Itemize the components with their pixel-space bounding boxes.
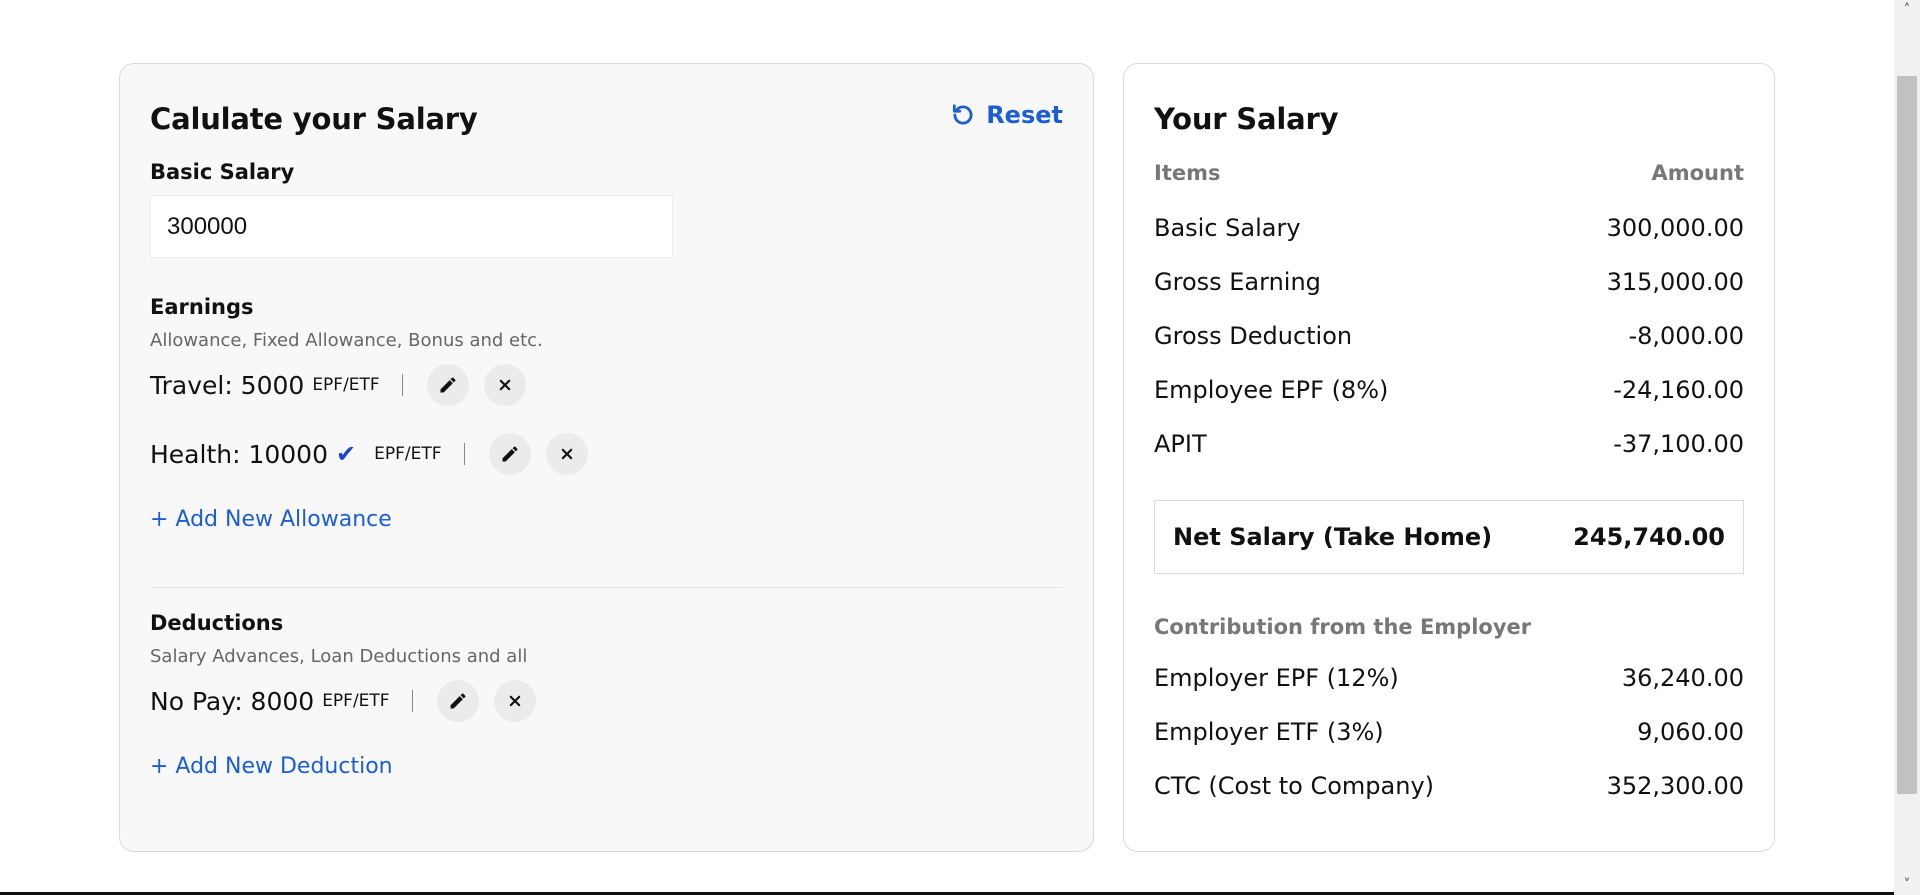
row-amount: 300,000.00 <box>1606 214 1744 242</box>
summary-title: Your Salary <box>1154 102 1339 136</box>
net-salary-box: Net Salary (Take Home) 245,740.00 <box>1154 500 1744 574</box>
net-salary-amount: 245,740.00 <box>1573 523 1725 551</box>
add-deduction-link[interactable]: + Add New Deduction <box>150 754 393 779</box>
row-amount: 9,060.00 <box>1637 718 1744 746</box>
scrollbar-thumb[interactable] <box>1897 76 1917 794</box>
remove-button[interactable] <box>483 364 526 406</box>
separator <box>411 690 413 712</box>
earning-item-name: Travel: 5000 <box>150 370 305 400</box>
earning-item: Travel: 5000 EPF/ETF <box>150 364 541 406</box>
row-label: Basic Salary <box>1154 214 1301 242</box>
page: Calulate your Salary Reset Basic Salary … <box>0 0 1894 895</box>
summary-row: Gross Deduction -8,000.00 <box>1154 322 1744 350</box>
reset-button[interactable]: Reset <box>950 101 1063 129</box>
deduction-item: No Pay: 8000 EPF/ETF <box>150 680 551 722</box>
basic-salary-input[interactable] <box>150 195 673 258</box>
earnings-description: Allowance, Fixed Allowance, Bonus and et… <box>150 330 543 351</box>
items-column-header: Items <box>1154 161 1221 185</box>
add-allowance-link[interactable]: + Add New Allowance <box>150 507 392 532</box>
row-label: CTC (Cost to Company) <box>1154 772 1435 800</box>
close-icon <box>509 695 520 707</box>
row-amount: 352,300.00 <box>1606 772 1744 800</box>
scroll-down-icon[interactable]: ˅ <box>1894 875 1920 895</box>
reset-label: Reset <box>986 101 1063 129</box>
row-label: Employer EPF (12%) <box>1154 664 1399 692</box>
employer-contribution-title: Contribution from the Employer <box>1154 615 1532 639</box>
remove-button[interactable] <box>545 433 588 475</box>
close-icon <box>499 379 510 391</box>
contribution-row: CTC (Cost to Company) 352,300.00 <box>1154 772 1744 800</box>
edit-button[interactable] <box>426 364 469 406</box>
epf-etf-tag: EPF/ETF <box>312 375 380 395</box>
deduction-item-name: No Pay: 8000 <box>150 686 315 716</box>
row-label: Gross Earning <box>1154 268 1321 296</box>
summary-row: Employee EPF (8%) -24,160.00 <box>1154 376 1744 404</box>
salary-summary-card: Your Salary Items Amount Basic Salary 30… <box>1123 63 1775 852</box>
deductions-label: Deductions <box>150 611 284 635</box>
earning-item: Health: 10000 ✔ EPF/ETF <box>150 433 603 475</box>
close-icon <box>561 448 572 460</box>
row-amount: -24,160.00 <box>1613 376 1744 404</box>
separator <box>401 374 403 396</box>
remove-button[interactable] <box>493 680 536 722</box>
edit-button[interactable] <box>488 433 531 475</box>
row-amount: -37,100.00 <box>1613 430 1744 458</box>
earning-item-name: Health: 10000 <box>150 439 328 469</box>
scroll-up-icon[interactable]: ˄ <box>1894 0 1920 20</box>
row-label: Employer ETF (3%) <box>1154 718 1384 746</box>
summary-row: Basic Salary 300,000.00 <box>1154 214 1744 242</box>
earnings-label: Earnings <box>150 295 254 319</box>
section-divider <box>150 587 1063 588</box>
basic-salary-label: Basic Salary <box>150 160 295 184</box>
pencil-icon <box>450 693 466 709</box>
epf-etf-tag: EPF/ETF <box>374 444 442 464</box>
epf-etf-tag: EPF/ETF <box>322 691 390 711</box>
calculator-title: Calulate your Salary <box>150 102 478 136</box>
amount-column-header: Amount <box>1651 161 1744 185</box>
reset-icon <box>953 104 973 125</box>
contribution-row: Employer ETF (3%) 9,060.00 <box>1154 718 1744 746</box>
contribution-row: Employer EPF (12%) 36,240.00 <box>1154 664 1744 692</box>
vertical-scrollbar[interactable]: ˄ ˅ <box>1894 0 1920 895</box>
table-header: Items Amount <box>1154 161 1744 185</box>
row-amount: 315,000.00 <box>1606 268 1744 296</box>
separator <box>463 443 465 465</box>
summary-row: APIT -37,100.00 <box>1154 430 1744 458</box>
pencil-icon <box>502 446 518 462</box>
pencil-icon <box>440 377 456 393</box>
row-amount: -8,000.00 <box>1628 322 1744 350</box>
salary-calculator-card: Calulate your Salary Reset Basic Salary … <box>119 63 1094 852</box>
check-icon: ✔ <box>336 440 357 468</box>
edit-button[interactable] <box>436 680 479 722</box>
row-amount: 36,240.00 <box>1621 664 1744 692</box>
deductions-description: Salary Advances, Loan Deductions and all <box>150 646 528 667</box>
summary-row: Gross Earning 315,000.00 <box>1154 268 1744 296</box>
row-label: APIT <box>1154 430 1207 458</box>
row-label: Gross Deduction <box>1154 322 1353 350</box>
row-label: Employee EPF (8%) <box>1154 376 1389 404</box>
net-salary-label: Net Salary (Take Home) <box>1173 523 1493 551</box>
